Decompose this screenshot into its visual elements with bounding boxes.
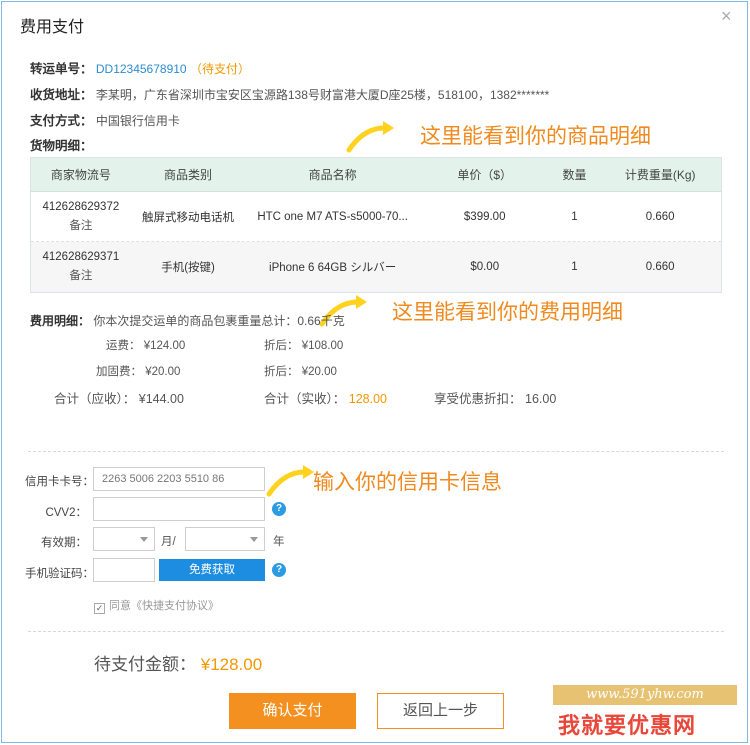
payment-method-label: 支付方式： — [30, 114, 93, 128]
payment-method-value: 中国银行信用卡 — [95, 114, 180, 128]
note-link[interactable]: 备注 — [31, 217, 131, 233]
goods-table: 商家物流号 商品类别 商品名称 单价（$） 数量 计费重量(Kg) 412628… — [30, 157, 722, 293]
watermark-logo: 我就要优惠网 — [558, 713, 697, 738]
cell-qty: 1 — [571, 210, 578, 223]
shipping-discount: 折后： ¥108.00 — [264, 337, 343, 353]
cell-category: 手机(按键) — [161, 262, 215, 274]
transfer-number-row: 转运单号： DD12345678910 （待支付） — [30, 58, 250, 77]
cvv-help-icon[interactable]: ? — [272, 502, 286, 516]
annotation-arrow-icon — [266, 465, 314, 497]
cell-price: $0.00 — [470, 261, 500, 273]
goods-table-header: 商家物流号 商品类别 商品名称 单价（$） 数量 计费重量(Kg) — [31, 158, 721, 192]
reinforce-fee-label: 加固费： — [96, 366, 142, 378]
col-name: 商品名称 — [308, 168, 357, 182]
total-due-value: ¥144.00 — [138, 392, 184, 406]
divider — [28, 451, 724, 452]
discount-saving: 享受优惠折扣： 16.00 — [434, 388, 556, 407]
col-price: 单价（$） — [457, 168, 513, 182]
col-weight: 计费重量(Kg) — [624, 168, 696, 182]
shipping-discount-value: ¥108.00 — [301, 340, 344, 352]
cell-price: $399.00 — [463, 210, 506, 223]
transfer-number-label: 转运单号： — [30, 62, 93, 76]
transfer-status: （待支付） — [189, 62, 250, 76]
amount-due: 待支付金额： ¥128.00 — [94, 650, 262, 675]
total-due-label: 合计（应收）： — [54, 392, 136, 406]
year-unit: 年 — [273, 536, 285, 548]
sms-help-icon[interactable]: ? — [272, 563, 286, 577]
note-link[interactable]: 备注 — [31, 267, 131, 283]
goods-detail-label: 货物明细： — [30, 139, 93, 153]
annotation-arrow-icon — [346, 121, 394, 153]
col-qty: 数量 — [562, 168, 587, 182]
total-paid: 合计（实收）： 128.00 — [264, 388, 387, 407]
card-number-input[interactable]: 2263 5006 2203 5510 86 — [93, 467, 265, 491]
address-row: 收货地址： 李某明，广东省深圳市宝安区宝源路138号财富港大厦D座25楼，518… — [30, 84, 549, 103]
dialog-title: 费用支付 — [20, 19, 85, 36]
total-paid-label: 合计（实收）： — [264, 392, 346, 406]
total-paid-value: 128.00 — [348, 392, 387, 406]
sms-code-label: 手机验证码： — [25, 568, 94, 580]
cell-qty: 1 — [571, 261, 578, 273]
annotation-fees: 这里能看到你的费用明细 — [392, 301, 623, 324]
cell-category: 触屏式移动电话机 — [142, 211, 235, 224]
col-category: 商品类别 — [164, 168, 213, 182]
expiry-label: 有效期： — [41, 537, 87, 549]
annotation-card: 输入你的信用卡信息 — [313, 471, 502, 494]
fee-detail-label: 费用明细： — [30, 314, 91, 328]
back-button[interactable]: 返回上一步 — [377, 693, 504, 729]
address-label: 收货地址： — [30, 88, 93, 102]
cvv-input[interactable] — [93, 497, 265, 521]
shipping-fee-label: 运费： — [106, 340, 141, 352]
expiry-month-select[interactable] — [93, 527, 155, 551]
cvv-label: CVV2： — [45, 507, 87, 519]
month-unit: 月/ — [161, 536, 176, 548]
cell-tracking: 412628629371 备注 — [31, 251, 131, 283]
discount-saving-label: 享受优惠折扣： — [434, 392, 522, 406]
confirm-pay-button[interactable]: 确认支付 — [229, 693, 356, 729]
cell-tracking: 412628629372 备注 — [31, 201, 131, 233]
agreement-link[interactable]: 《快捷支付协议》 — [131, 600, 219, 612]
total-due: 合计（应收）： ¥144.00 — [54, 388, 184, 407]
address-value: 李某明，广东省深圳市宝安区宝源路138号财富港大厦D座25楼，518100，13… — [95, 88, 550, 102]
amount-due-label: 待支付金额： — [94, 655, 196, 674]
table-row: 412628629372 备注 触屏式移动电话机 HTC one M7 ATS-… — [31, 192, 721, 242]
reinforce-fee: 加固费： ¥20.00 — [96, 363, 180, 379]
goods-detail-row: 货物明细： — [30, 135, 93, 154]
reinforce-discount-label: 折后： — [264, 366, 299, 378]
chevron-down-icon — [250, 537, 258, 542]
payment-dialog: 费用支付 × 转运单号： DD12345678910 （待支付） 收货地址： 李… — [1, 1, 748, 743]
reinforce-discount-value: ¥20.00 — [301, 366, 337, 378]
shipping-fee: 运费： ¥124.00 — [106, 337, 185, 353]
amount-due-value: ¥128.00 — [200, 655, 263, 674]
reinforce-discount: 折后： ¥20.00 — [264, 363, 337, 379]
watermark-url: www.591yhw.com — [553, 685, 737, 705]
cell-name: HTC one M7 ATS-s5000-70... — [257, 210, 408, 223]
fee-summary: 你本次提交运单的商品包裹重量总计：0.66千克 — [93, 314, 345, 328]
annotation-goods: 这里能看到你的商品明细 — [420, 125, 651, 148]
close-icon[interactable]: × — [721, 7, 732, 25]
get-code-button[interactable]: 免费获取 — [159, 559, 265, 581]
payment-method-row: 支付方式： 中国银行信用卡 — [30, 110, 180, 129]
tracking-number: 412628629372 — [42, 200, 120, 213]
shipping-fee-value: ¥124.00 — [143, 340, 186, 352]
reinforce-fee-value: ¥20.00 — [145, 366, 181, 378]
tracking-number: 412628629371 — [42, 251, 120, 263]
chevron-down-icon — [140, 537, 148, 542]
cell-weight: 0.660 — [645, 261, 675, 273]
card-number-label: 信用卡卡号： — [25, 476, 94, 488]
expiry-year-select[interactable] — [185, 527, 265, 551]
agree-label: 同意 — [109, 600, 131, 612]
agreement-row: ✓ 同意《快捷支付协议》 — [94, 597, 219, 614]
cell-weight: 0.660 — [645, 210, 675, 223]
cell-name: iPhone 6 64GB シルバー — [269, 262, 397, 274]
sms-code-input[interactable] — [93, 558, 155, 582]
agree-checkbox[interactable]: ✓ — [94, 603, 105, 614]
transfer-number-link[interactable]: DD12345678910 — [96, 62, 187, 76]
divider — [28, 631, 724, 632]
col-tracking: 商家物流号 — [50, 168, 111, 182]
discount-saving-value: 16.00 — [525, 392, 557, 406]
fee-detail-row: 费用明细： 你本次提交运单的商品包裹重量总计：0.66千克 — [30, 312, 345, 329]
shipping-discount-label: 折后： — [264, 340, 299, 352]
table-row: 412628629371 备注 手机(按键) iPhone 6 64GB シルバ… — [31, 242, 721, 292]
